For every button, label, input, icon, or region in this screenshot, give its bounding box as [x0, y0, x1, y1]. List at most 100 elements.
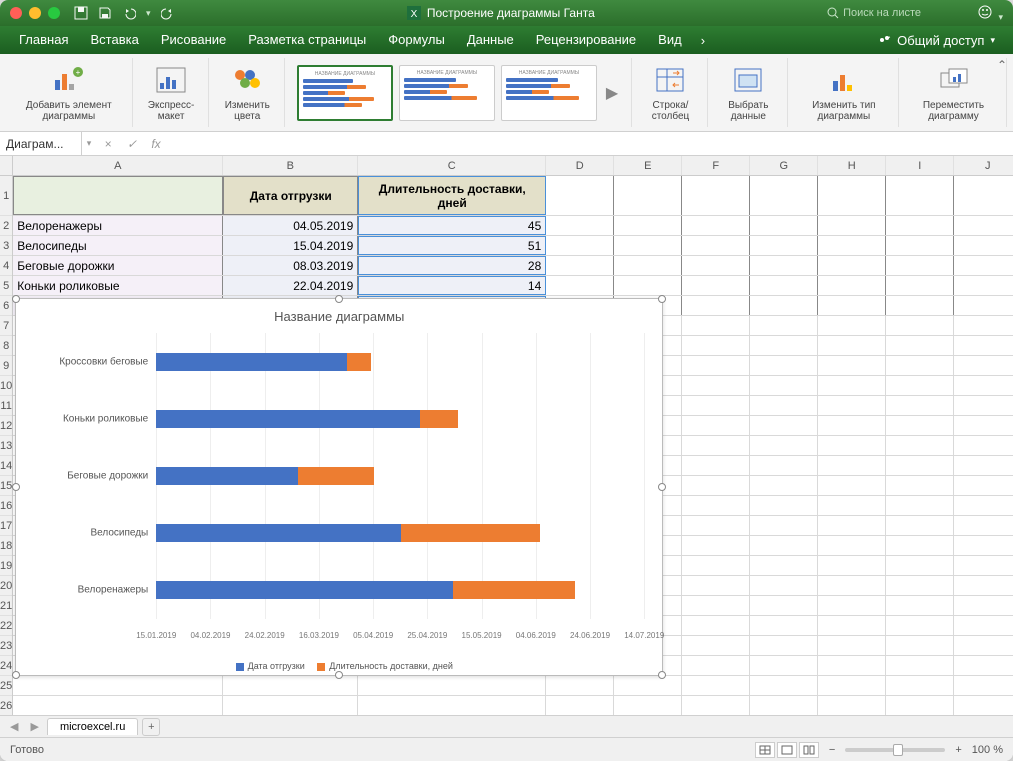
cell[interactable] — [954, 296, 1013, 315]
cell[interactable] — [954, 416, 1013, 435]
tabs-more-icon[interactable]: › — [693, 33, 713, 48]
cell[interactable] — [13, 696, 223, 715]
cancel-icon[interactable]: × — [96, 137, 120, 151]
cell[interactable] — [954, 396, 1013, 415]
cell[interactable] — [818, 416, 886, 435]
cell[interactable] — [818, 356, 886, 375]
chart-style-2[interactable]: НАЗВАНИЕ ДИАГРАММЫ — [399, 65, 495, 121]
cell[interactable]: 15.04.2019 — [223, 236, 358, 255]
cell[interactable] — [886, 356, 954, 375]
cell[interactable] — [818, 276, 886, 295]
cell[interactable] — [682, 416, 750, 435]
row-header[interactable]: 24 — [0, 656, 12, 676]
cell[interactable] — [818, 216, 886, 235]
cell[interactable]: Велоренажеры — [13, 216, 223, 235]
cell[interactable] — [886, 596, 954, 615]
row-header[interactable]: 4 — [0, 256, 12, 276]
zoom-in-button[interactable]: + — [955, 744, 961, 756]
cell[interactable] — [750, 236, 818, 255]
cell[interactable]: 14 — [358, 276, 546, 295]
cell[interactable] — [886, 296, 954, 315]
save-icon[interactable] — [98, 6, 112, 20]
row-header[interactable]: 3 — [0, 236, 12, 256]
cell[interactable] — [682, 256, 750, 275]
cell[interactable] — [750, 596, 818, 615]
cell[interactable] — [954, 536, 1013, 555]
autosave-icon[interactable] — [74, 6, 88, 20]
cell[interactable] — [886, 476, 954, 495]
cell[interactable] — [954, 516, 1013, 535]
view-page-break-icon[interactable] — [799, 742, 819, 758]
cell[interactable] — [750, 276, 818, 295]
cell[interactable] — [750, 176, 818, 215]
change-chart-type-button[interactable]: Изменить тип диаграммы — [790, 58, 899, 127]
cell[interactable] — [886, 256, 954, 275]
cell[interactable] — [954, 696, 1013, 715]
cell[interactable]: Коньки роликовые — [13, 276, 223, 295]
row-header[interactable]: 11 — [0, 396, 12, 416]
cell[interactable] — [13, 676, 223, 695]
cell[interactable]: 04.05.2019 — [223, 216, 358, 235]
cell[interactable] — [682, 576, 750, 595]
cell[interactable] — [13, 176, 223, 215]
zoom-slider[interactable] — [845, 748, 945, 752]
cell[interactable] — [818, 296, 886, 315]
close-icon[interactable] — [10, 7, 22, 19]
cell[interactable] — [818, 396, 886, 415]
row-header[interactable]: 8 — [0, 336, 12, 356]
cell[interactable] — [750, 376, 818, 395]
tab-layout[interactable]: Разметка страницы — [237, 26, 377, 54]
cell[interactable] — [682, 456, 750, 475]
cell[interactable] — [818, 516, 886, 535]
cell[interactable] — [886, 236, 954, 255]
cell[interactable] — [818, 376, 886, 395]
cell[interactable] — [750, 556, 818, 575]
collapse-ribbon-icon[interactable]: ⌃ — [997, 58, 1007, 72]
cell[interactable] — [818, 336, 886, 355]
chart-style-3[interactable]: НАЗВАНИЕ ДИАГРАММЫ — [501, 65, 597, 121]
cell[interactable] — [886, 456, 954, 475]
cell[interactable] — [886, 576, 954, 595]
cell[interactable] — [954, 456, 1013, 475]
row-header[interactable]: 2 — [0, 216, 12, 236]
cell[interactable] — [682, 216, 750, 235]
cell[interactable] — [954, 636, 1013, 655]
cell[interactable] — [546, 696, 614, 715]
cell[interactable] — [682, 356, 750, 375]
cell[interactable] — [614, 236, 682, 255]
col-header[interactable]: F — [682, 156, 750, 175]
cell[interactable]: 22.04.2019 — [223, 276, 358, 295]
cell[interactable]: Длительность доставки, дней — [358, 176, 546, 215]
gallery-next-icon[interactable]: ▶ — [603, 83, 621, 103]
cell[interactable] — [682, 376, 750, 395]
tab-draw[interactable]: Рисование — [150, 26, 237, 54]
cell[interactable] — [954, 376, 1013, 395]
cell[interactable] — [750, 636, 818, 655]
sheet-prev-icon[interactable]: ◀ — [6, 720, 22, 733]
bar-series-1[interactable] — [156, 524, 401, 542]
row-header[interactable]: 5 — [0, 276, 12, 296]
cell[interactable] — [886, 396, 954, 415]
cell[interactable] — [818, 436, 886, 455]
cell[interactable] — [954, 656, 1013, 675]
cell[interactable] — [682, 596, 750, 615]
undo-icon[interactable] — [122, 6, 136, 20]
cell[interactable] — [750, 296, 818, 315]
cell[interactable] — [750, 616, 818, 635]
cell[interactable] — [750, 676, 818, 695]
cell[interactable] — [954, 576, 1013, 595]
row-header[interactable]: 9 — [0, 356, 12, 376]
bar-series-2[interactable] — [453, 581, 576, 599]
bar-series-2[interactable] — [347, 353, 372, 371]
cell[interactable] — [750, 496, 818, 515]
cell[interactable] — [886, 376, 954, 395]
cell[interactable] — [546, 276, 614, 295]
cell[interactable] — [954, 336, 1013, 355]
cell[interactable] — [223, 696, 358, 715]
maximize-icon[interactable] — [48, 7, 60, 19]
row-header[interactable]: 16 — [0, 496, 12, 516]
cell[interactable]: Велосипеды — [13, 236, 223, 255]
row-header[interactable]: 20 — [0, 576, 12, 596]
cell[interactable] — [886, 536, 954, 555]
cell[interactable] — [614, 176, 682, 215]
